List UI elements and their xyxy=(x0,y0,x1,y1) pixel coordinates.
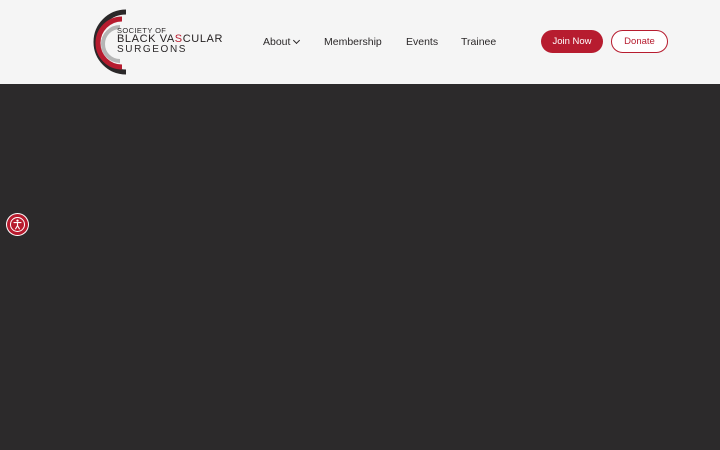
logo-text-surgeons: SURGEONS xyxy=(117,44,188,55)
accessibility-icon xyxy=(10,217,25,232)
nav-item-about-label: About xyxy=(263,36,291,48)
accessibility-button[interactable] xyxy=(7,214,28,235)
nav-item-membership[interactable]: Membership xyxy=(324,34,382,50)
donate-button[interactable]: Donate xyxy=(611,30,668,53)
nav-item-about[interactable]: About xyxy=(263,34,301,50)
nav-item-trainee[interactable]: Trainee xyxy=(461,34,496,50)
nav-item-events-label: Events xyxy=(406,36,439,48)
nav-item-trainee-label: Trainee xyxy=(461,36,497,48)
site-logo[interactable]: SOCIETY OF BLACK VASCULAR SURGEONS xyxy=(90,9,224,75)
nav-item-membership-label: Membership xyxy=(324,36,382,48)
logo-text-cular: CULAR xyxy=(182,33,224,45)
page: SOCIETY OF BLACK VASCULAR SURGEONS About… xyxy=(0,0,720,450)
chevron-down-icon xyxy=(293,36,301,45)
nav-item-events[interactable]: Events xyxy=(406,34,438,50)
site-header: SOCIETY OF BLACK VASCULAR SURGEONS About… xyxy=(0,0,720,84)
join-now-button[interactable]: Join Now xyxy=(541,30,603,53)
